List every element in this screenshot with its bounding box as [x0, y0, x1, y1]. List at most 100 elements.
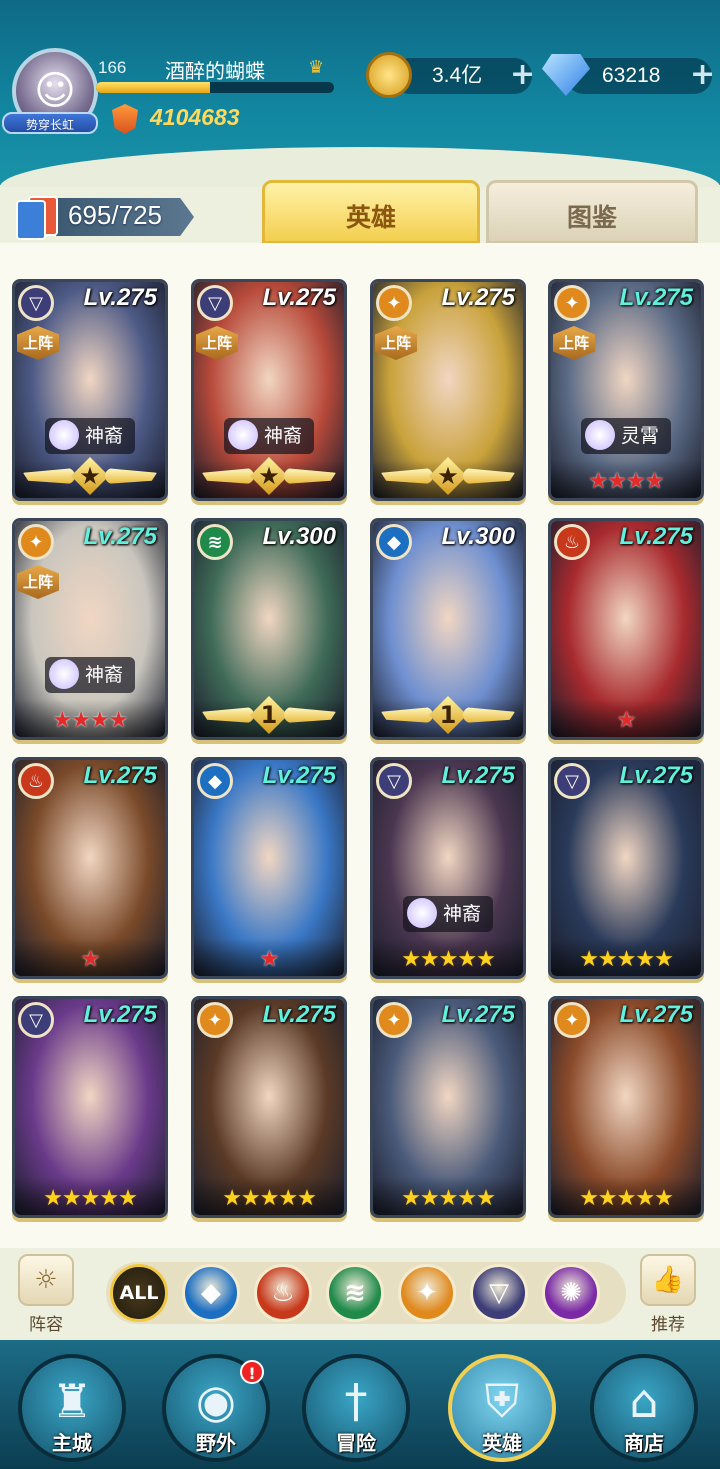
- faction-label: 神裔: [85, 425, 124, 447]
- faction-emblem-icon: [407, 898, 437, 928]
- gold-amount: 3.4亿: [432, 64, 483, 87]
- filter-dark-button[interactable]: ▽: [470, 1264, 528, 1322]
- nav-shop-button[interactable]: ⌂ 商店: [590, 1354, 698, 1462]
- right-wing-icon: [463, 468, 515, 484]
- gold-star-rating: ★★★★★: [579, 1186, 674, 1211]
- tab-heroes[interactable]: 英雄: [262, 180, 480, 244]
- hero-faction-tag: 神裔: [403, 896, 494, 932]
- hero-level: Lv.300: [441, 523, 515, 550]
- hero-faction-tag: 神裔: [224, 418, 315, 454]
- portal-icon: ◉: [195, 1374, 237, 1428]
- filter-nature-button[interactable]: ≋: [326, 1264, 384, 1322]
- hero-card[interactable]: ♨ Lv.275 ★: [12, 757, 168, 979]
- hero-level: Lv.275: [619, 284, 693, 311]
- nav-label: 主城: [52, 1431, 92, 1455]
- nav-label: 野外: [196, 1431, 236, 1455]
- red-star-rating: ★: [259, 947, 280, 972]
- faction-emblem-icon: [49, 420, 79, 450]
- right-wing-icon: [284, 707, 336, 723]
- hero-card[interactable]: ◆ Lv.300 1: [370, 518, 526, 740]
- lineup-button[interactable]: ☼ 阵容: [16, 1254, 76, 1335]
- hero-card[interactable]: ▽ Lv.275 神裔 ★★★★★: [370, 757, 526, 979]
- left-wing-icon: [202, 707, 254, 723]
- faction-emblem-icon: [585, 420, 615, 450]
- lineup-icon: ☼: [18, 1254, 74, 1306]
- hero-card[interactable]: ◆ Lv.275 ★: [191, 757, 347, 979]
- crown-icon: ♛: [308, 57, 325, 78]
- hero-card[interactable]: ≋ Lv.300 1: [191, 518, 347, 740]
- hero-card[interactable]: ♨ Lv.275 ★: [548, 518, 704, 740]
- element-filter-bar: ☼ 阵容 ALL 👍 推荐 ◆ ♨ ≋ ✦ ▽ ✺: [10, 1254, 710, 1335]
- water-element-icon: ◆: [376, 524, 412, 560]
- hero-card[interactable]: ✦ Lv.275 上阵 ★: [370, 279, 526, 501]
- hero-card[interactable]: ▽ Lv.275 上阵 神裔 ★: [191, 279, 347, 501]
- left-wing-icon: [381, 707, 433, 723]
- left-wing-icon: [202, 468, 254, 484]
- hero-level: Lv.275: [262, 284, 336, 311]
- hero-level: Lv.275: [83, 1001, 157, 1028]
- nav-helmet-button[interactable]: ⛨ 英雄: [448, 1354, 556, 1462]
- hero-faction-tag: 灵霄: [581, 418, 672, 454]
- left-wing-icon: [381, 468, 433, 484]
- filter-mystic-button[interactable]: ✺: [542, 1264, 600, 1322]
- hero-card[interactable]: ✦ Lv.275 上阵 灵霄 ★★★★: [548, 279, 704, 501]
- nav-castle-button[interactable]: ♜ 主城: [18, 1354, 126, 1462]
- nav-label: 冒险: [336, 1431, 376, 1455]
- filter-light-button[interactable]: ✦: [398, 1264, 456, 1322]
- hero-level: Lv.275: [441, 762, 515, 789]
- hero-card[interactable]: ✦ Lv.275 ★★★★★: [370, 996, 526, 1218]
- hero-card[interactable]: ✦ Lv.275 ★★★★★: [191, 996, 347, 1218]
- light-element-icon: ✦: [554, 285, 590, 321]
- light-element-icon: ✦: [376, 1002, 412, 1038]
- avatar-title-badge: 势穿长虹: [2, 112, 98, 134]
- rank-number: 1: [250, 696, 288, 734]
- red-star-rating: ★★★★: [52, 708, 129, 733]
- faction-label: 神裔: [85, 664, 124, 686]
- hero-card[interactable]: ▽ Lv.275 ★★★★★: [12, 996, 168, 1218]
- player-name: 酒醉的蝴蝶: [165, 59, 265, 83]
- hero-faction-tag: 神裔: [45, 418, 136, 454]
- xp-bar: [96, 82, 334, 93]
- tab-codex[interactable]: 图鉴: [486, 180, 698, 244]
- add-gold-button[interactable]: +: [510, 60, 535, 90]
- lineup-label: 阵容: [29, 1315, 63, 1335]
- red-star-rating: ★: [80, 947, 101, 972]
- filter-fire-button[interactable]: ♨: [254, 1264, 312, 1322]
- add-diamond-button[interactable]: +: [690, 60, 715, 90]
- faction-label: 神裔: [264, 425, 303, 447]
- light-element-icon: ✦: [554, 1002, 590, 1038]
- filter-water-button[interactable]: ◆: [182, 1264, 240, 1322]
- water-element-icon: ◆: [197, 763, 233, 799]
- avatar-portrait-icon: ☺: [34, 68, 76, 114]
- hero-card[interactable]: ▽ Lv.275 ★★★★★: [548, 757, 704, 979]
- hero-level: Lv.275: [83, 523, 157, 550]
- hero-card[interactable]: ✦ Lv.275 上阵 神裔 ★★★★: [12, 518, 168, 740]
- hero-card[interactable]: ✦ Lv.275 ★★★★★: [548, 996, 704, 1218]
- gold-star-rating: ★★★★★: [222, 1186, 317, 1211]
- hero-faction-tag: 神裔: [45, 657, 136, 693]
- diamond-amount: 63218: [602, 64, 661, 87]
- recommend-button[interactable]: 👍 推荐: [638, 1254, 698, 1335]
- nav-sword-button[interactable]: † 冒险: [302, 1354, 410, 1462]
- castle-icon: ♜: [51, 1374, 93, 1428]
- dark-element-icon: ▽: [18, 1002, 54, 1038]
- hero-card[interactable]: ▽ Lv.275 上阵 神裔 ★: [12, 279, 168, 501]
- rank-number: 1: [429, 696, 467, 734]
- alert-badge: !: [240, 1360, 264, 1384]
- hero-collection-count: 695/725: [68, 200, 162, 230]
- fire-element-icon: ♨: [18, 763, 54, 799]
- winged-rank-badge: ★: [381, 457, 515, 495]
- recommend-label: 推荐: [651, 1315, 685, 1335]
- hero-level: Lv.275: [619, 523, 693, 550]
- dark-element-icon: ▽: [197, 285, 233, 321]
- thumbs-up-icon: 👍: [640, 1254, 696, 1306]
- winged-rank-badge: 1: [202, 696, 336, 734]
- right-wing-icon: [463, 707, 515, 723]
- hero-level: Lv.275: [441, 1001, 515, 1028]
- helmet-icon: ⛨: [484, 1374, 520, 1428]
- filter-all-button[interactable]: ALL: [110, 1264, 168, 1322]
- gold-coin-icon: [366, 52, 412, 98]
- hero-level: Lv.275: [619, 762, 693, 789]
- right-wing-icon: [105, 468, 157, 484]
- sword-icon: †: [344, 1374, 368, 1428]
